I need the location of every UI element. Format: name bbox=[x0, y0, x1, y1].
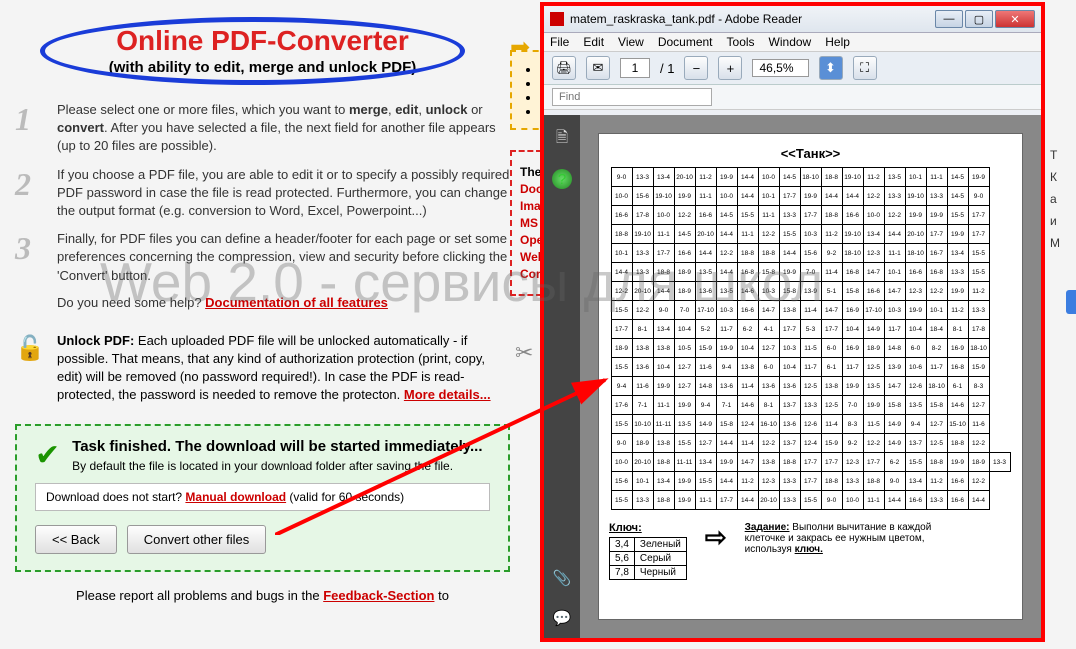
email-button[interactable]: ✉ bbox=[586, 56, 610, 80]
step-number-1: 1 bbox=[15, 101, 57, 156]
back-button[interactable]: << Back bbox=[35, 525, 117, 554]
page-total: / 1 bbox=[660, 61, 674, 76]
document-area[interactable]: <<Танк>> 9-013-313-420-1011-219-914-410-… bbox=[580, 115, 1041, 638]
task-description: Задание: Выполни вычитание в каждой клет… bbox=[745, 522, 945, 555]
menu-window[interactable]: Window bbox=[769, 35, 812, 49]
minimize-button[interactable]: — bbox=[935, 10, 963, 28]
menu-edit[interactable]: Edit bbox=[583, 35, 604, 49]
menu-view[interactable]: View bbox=[618, 35, 644, 49]
window-title: matem_raskraska_tank.pdf - Adobe Reader bbox=[570, 12, 802, 26]
feedback-link[interactable]: Feedback-Section bbox=[323, 588, 434, 603]
manual-download-link[interactable]: Manual download bbox=[185, 490, 286, 504]
right-edge-fragments: ТКаиМ bbox=[1050, 140, 1076, 258]
step-1-text: Please select one or more files, which y… bbox=[57, 101, 510, 156]
close-button[interactable]: ✕ bbox=[995, 10, 1035, 28]
pdf-page: <<Танк>> 9-013-313-420-1011-219-914-410-… bbox=[598, 133, 1023, 620]
toolbar: 🖨 ✉ / 1 − + 46,5% ⬍ ⛶ bbox=[544, 52, 1041, 85]
task-subtitle: By default the file is located in your d… bbox=[72, 459, 482, 473]
formats-box: The DoctImagMS O OpeWebCont bbox=[510, 150, 542, 296]
fullscreen-button[interactable]: ⛶ bbox=[853, 56, 877, 80]
doc-title: <<Танк>> bbox=[609, 146, 1012, 161]
step-3-text: Finally, for PDF files you can define a … bbox=[57, 230, 510, 285]
page-subtitle: (with ability to edit, merge and unlock … bbox=[15, 59, 510, 76]
pdf-icon bbox=[550, 12, 564, 26]
comments-icon[interactable]: 💬 bbox=[552, 608, 572, 628]
fit-width-button[interactable]: ⬍ bbox=[819, 56, 843, 80]
convert-other-button[interactable]: Convert other files bbox=[127, 525, 267, 554]
checkmark-icon: ✔ bbox=[35, 438, 60, 473]
print-button[interactable]: 🖨 bbox=[552, 56, 576, 80]
menu-file[interactable]: File bbox=[550, 35, 569, 49]
adobe-reader-window: matem_raskraska_tank.pdf - Adobe Reader … bbox=[540, 2, 1045, 642]
task-finished-box: ✔ Task finished. The download will be st… bbox=[15, 424, 510, 572]
menu-bar: File Edit View Document Tools Window Hel… bbox=[544, 33, 1041, 52]
task-arrow-icon: ⇨ bbox=[705, 522, 727, 553]
zoom-select[interactable]: 46,5% bbox=[752, 59, 808, 77]
help-line: Do you need some help? Documentation of … bbox=[57, 295, 510, 310]
unlock-icon: 🔓 bbox=[15, 332, 57, 405]
menu-tools[interactable]: Tools bbox=[727, 35, 755, 49]
menu-document[interactable]: Document bbox=[658, 35, 713, 49]
menu-help[interactable]: Help bbox=[825, 35, 850, 49]
zoom-out-button[interactable]: − bbox=[684, 56, 708, 80]
scissors-icon: ✂ bbox=[515, 340, 533, 366]
maximize-button[interactable]: ▢ bbox=[965, 10, 993, 28]
key-title: Ключ: bbox=[609, 522, 687, 534]
find-bar bbox=[544, 85, 1041, 110]
number-grid-table: 9-013-313-420-1011-219-914-410-014-518-1… bbox=[611, 167, 1011, 510]
key-table: 3,4Зеленый5,6Серый7,8Черный bbox=[609, 537, 687, 580]
page-input[interactable] bbox=[620, 58, 650, 78]
unlock-text: Unlock PDF: Each uploaded PDF file will … bbox=[57, 332, 510, 405]
right-blue-tab[interactable] bbox=[1066, 290, 1076, 314]
step-2-text: If you choose a PDF file, you are able t… bbox=[57, 166, 510, 221]
task-title: Task finished. The download will be star… bbox=[72, 438, 482, 455]
more-details-link[interactable]: More details... bbox=[404, 387, 491, 402]
docs-link[interactable]: Documentation of all features bbox=[205, 295, 388, 310]
help-icon[interactable]: ? bbox=[552, 169, 572, 189]
find-input[interactable] bbox=[552, 88, 712, 106]
bottom-note: Please report all problems and bugs in t… bbox=[15, 588, 510, 603]
page-title: Online PDF-Converter bbox=[15, 25, 510, 57]
pages-icon[interactable]: 🗎 bbox=[552, 129, 572, 149]
zoom-in-button[interactable]: + bbox=[718, 56, 742, 80]
step-number-2: 2 bbox=[15, 166, 57, 221]
attachments-icon[interactable]: 📎 bbox=[552, 568, 572, 588]
step-number-3: 3 bbox=[15, 230, 57, 285]
window-titlebar[interactable]: matem_raskraska_tank.pdf - Adobe Reader … bbox=[544, 6, 1041, 33]
side-panel: 🗎 ? 📎 💬 bbox=[544, 115, 580, 638]
manual-download-box: Download does not start? Manual download… bbox=[35, 483, 490, 511]
